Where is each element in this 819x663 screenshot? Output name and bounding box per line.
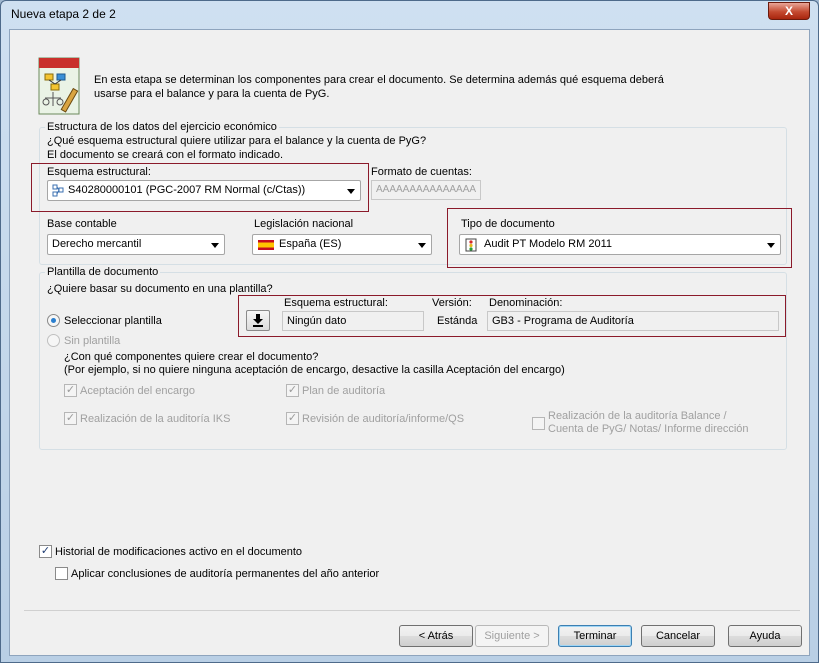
close-button[interactable]: X <box>768 2 810 20</box>
intro-line-2: usarse para el balance y para la cuenta … <box>94 88 330 100</box>
tipo-documento-combo[interactable]: Audit PT Modelo RM 2011 <box>459 234 781 255</box>
esquema-label: Esquema estructural: <box>47 166 151 178</box>
next-button[interactable]: Siguiente > <box>475 625 549 647</box>
spain-flag-icon <box>258 240 274 250</box>
historial-label[interactable]: Historial de modificaciones activo en el… <box>55 546 302 558</box>
formato-cuentas-field[interactable]: AAAAAAAAAAAAAAA <box>371 180 481 200</box>
plantilla-esquema-field: Ningún dato <box>282 311 424 331</box>
download-icon <box>252 314 264 327</box>
aceptacion-encargo-label[interactable]: Aceptación del encargo <box>80 385 195 397</box>
chevron-down-icon <box>418 243 426 248</box>
legislacion-nacional-combo[interactable]: España (ES) <box>252 234 432 255</box>
base-contable-label: Base contable <box>47 218 117 230</box>
tipo-documento-label: Tipo de documento <box>461 218 555 230</box>
chevron-down-icon <box>347 189 355 194</box>
col-denominacion-header: Denominación: <box>489 297 563 309</box>
legislacion-label: Legislación nacional <box>254 218 354 230</box>
seleccionar-plantilla-label[interactable]: Seleccionar plantilla <box>64 315 162 327</box>
components-question: ¿Con qué componentes quiere crear el doc… <box>64 351 319 363</box>
components-hint: (Por ejemplo, si no quiere ninguna acept… <box>64 364 565 376</box>
base-contable-combo[interactable]: Derecho mercantil <box>47 234 225 255</box>
historial-checkbox[interactable]: ✓ <box>39 545 52 558</box>
chevron-down-icon <box>767 243 775 248</box>
wizard-document-icon <box>37 54 85 118</box>
base-contable-value: Derecho mercantil <box>52 238 142 250</box>
wizard-window: Nueva etapa 2 de 2 X En esta etapa se de… <box>0 0 819 663</box>
help-button[interactable]: Ayuda <box>728 625 802 647</box>
col-version-header: Versión: <box>432 297 472 309</box>
back-button[interactable]: < Atrás <box>399 625 473 647</box>
realizacion-balance-label-1[interactable]: Realización de la auditoría Balance / <box>548 410 727 422</box>
sin-plantilla-radio[interactable] <box>47 334 60 347</box>
footer-separator <box>24 610 800 611</box>
col-esquema-header: Esquema estructural: <box>284 297 388 309</box>
realizacion-iks-label[interactable]: Realización de la auditoría IKS <box>80 413 230 425</box>
load-template-button[interactable] <box>246 310 270 331</box>
chevron-down-icon <box>211 243 219 248</box>
estructura-note: El documento se creará con el formato in… <box>47 149 284 161</box>
tipo-documento-value: Audit PT Modelo RM 2011 <box>484 238 612 250</box>
estructura-group-title: Estructura de los datos del ejercicio ec… <box>45 121 279 133</box>
formato-label: Formato de cuentas: <box>371 166 472 178</box>
aplicar-conclusiones-label[interactable]: Aplicar conclusiones de auditoría perman… <box>71 568 379 580</box>
document-type-icon <box>465 238 477 252</box>
seleccionar-plantilla-radio[interactable] <box>47 314 60 327</box>
schema-icon <box>52 184 64 197</box>
aplicar-conclusiones-checkbox[interactable] <box>55 567 68 580</box>
estructura-question: ¿Qué esquema estructural quiere utilizar… <box>47 135 427 147</box>
revision-auditoria-label[interactable]: Revisión de auditoría/informe/QS <box>302 413 464 425</box>
realizacion-iks-checkbox[interactable]: ✓ <box>64 412 77 425</box>
finish-button[interactable]: Terminar <box>558 625 632 647</box>
plantilla-group-title: Plantilla de documento <box>45 266 161 278</box>
plantilla-denominacion-field: GB3 - Programa de Auditoría <box>487 311 779 331</box>
intro-line-1: En esta etapa se determinan los componen… <box>94 74 664 86</box>
esquema-estructural-combo[interactable]: S40280000101 (PGC-2007 RM Normal (c/Ctas… <box>47 180 361 201</box>
sin-plantilla-label[interactable]: Sin plantilla <box>64 335 120 347</box>
revision-auditoria-checkbox[interactable]: ✓ <box>286 412 299 425</box>
plan-auditoria-label[interactable]: Plan de auditoría <box>302 385 385 397</box>
legislacion-value: España (ES) <box>279 238 342 250</box>
dialog-body: En esta etapa se determinan los componen… <box>9 29 810 656</box>
plantilla-question: ¿Quiere basar su documento en una planti… <box>47 283 273 295</box>
title-bar[interactable]: Nueva etapa 2 de 2 X <box>1 1 818 29</box>
plan-auditoria-checkbox[interactable]: ✓ <box>286 384 299 397</box>
plantilla-version-field: Estánda <box>432 311 481 331</box>
realizacion-balance-label-2[interactable]: Cuenta de PyG/ Notas/ Informe dirección <box>548 423 749 435</box>
realizacion-balance-checkbox[interactable] <box>532 417 545 430</box>
window-title: Nueva etapa 2 de 2 <box>11 7 116 21</box>
aceptacion-encargo-checkbox[interactable]: ✓ <box>64 384 77 397</box>
cancel-button[interactable]: Cancelar <box>641 625 715 647</box>
esquema-estructural-value: S40280000101 (PGC-2007 RM Normal (c/Ctas… <box>68 184 306 196</box>
